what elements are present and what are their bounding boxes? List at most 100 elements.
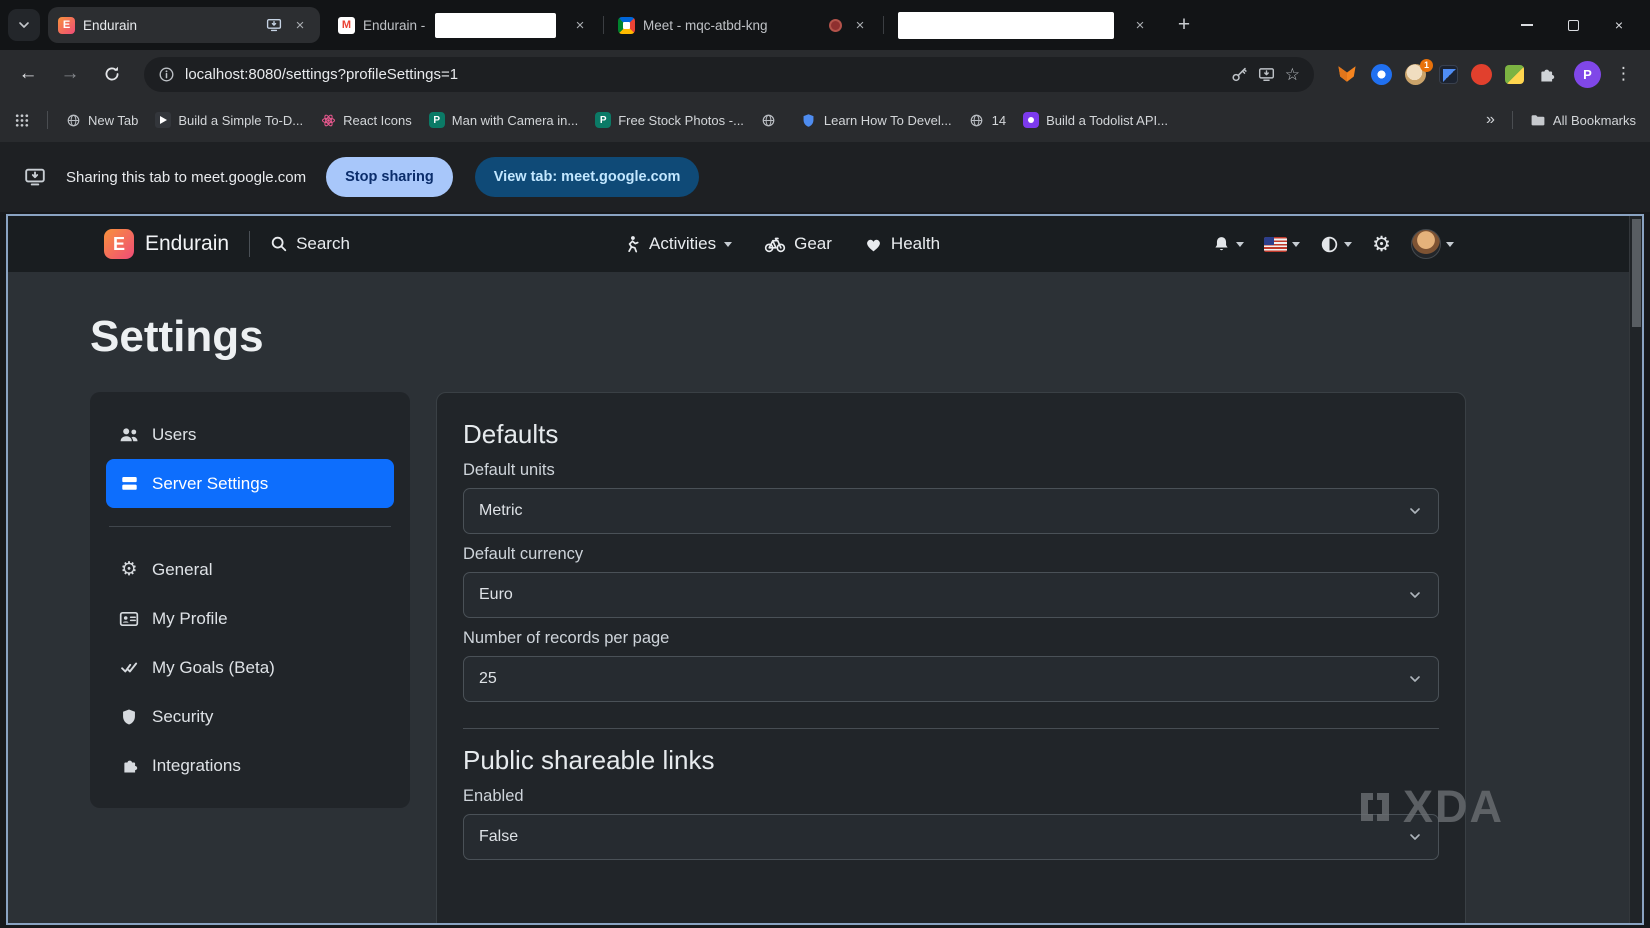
default-currency-label: Default currency	[463, 545, 1439, 564]
tab-close-button[interactable]: ×	[850, 15, 870, 35]
section-title-defaults: Defaults	[463, 419, 1439, 450]
tab-sharing-icon	[266, 17, 282, 33]
settings-page: Settings Users Server Settings	[8, 312, 1642, 925]
reload-button[interactable]	[94, 56, 130, 92]
sidebar-item-integrations[interactable]: Integrations	[106, 741, 394, 790]
forward-button[interactable]: →	[52, 56, 88, 92]
tab-gmail-endurain[interactable]: M Endurain - ×	[328, 7, 600, 43]
records-per-page-select[interactable]: 25	[463, 656, 1439, 702]
notifications-menu[interactable]	[1212, 235, 1244, 254]
view-tab-button[interactable]: View tab: meet.google.com	[475, 157, 700, 197]
bookmarks-overflow-icon[interactable]: »	[1486, 111, 1495, 129]
all-bookmarks-button[interactable]: All Bookmarks	[1530, 112, 1636, 128]
site-info-icon[interactable]	[158, 66, 175, 83]
sidebar-item-label: Users	[152, 425, 196, 445]
gmail-favicon: M	[338, 17, 355, 34]
enabled-select[interactable]: False	[463, 814, 1439, 860]
us-flag-icon	[1264, 237, 1287, 252]
folder-icon	[1530, 112, 1546, 128]
bookmark-label: React Icons	[343, 113, 412, 128]
brand[interactable]: E Endurain	[104, 229, 229, 259]
select-value: False	[479, 828, 518, 846]
sidebar-item-server-settings[interactable]: Server Settings	[106, 459, 394, 508]
page-title: Settings	[90, 312, 1466, 362]
select-value: 25	[479, 670, 497, 688]
tab-title: Meet - mqc-atbd-kng	[643, 18, 821, 33]
search-button[interactable]: Search	[270, 234, 350, 254]
sidebar-item-users[interactable]: Users	[106, 410, 394, 459]
redaction-box	[898, 12, 1114, 39]
pexels-icon: P	[595, 112, 611, 128]
all-bookmarks-label: All Bookmarks	[1553, 113, 1636, 128]
globe-icon	[761, 112, 777, 128]
extension-with-badge-icon[interactable]: 1	[1405, 64, 1426, 85]
stop-sharing-button[interactable]: Stop sharing	[326, 157, 453, 197]
red-extension-icon[interactable]	[1471, 64, 1492, 85]
endurain-favicon: E	[58, 17, 75, 34]
sidebar-item-label: My Goals (Beta)	[152, 658, 275, 678]
user-menu[interactable]	[1411, 229, 1454, 259]
green-extension-icon[interactable]	[1505, 65, 1524, 84]
sidebar-item-general[interactable]: ⚙ General	[106, 545, 394, 594]
tab-search-button[interactable]	[8, 9, 40, 41]
bookmark-todolist-api[interactable]: Build a Todolist API...	[1023, 112, 1168, 128]
tab-meet[interactable]: Meet - mqc-atbd-kng ×	[608, 7, 880, 43]
language-menu[interactable]	[1264, 237, 1300, 252]
page-scrollbar[interactable]	[1629, 216, 1642, 923]
password-key-icon[interactable]	[1231, 66, 1248, 83]
url-text[interactable]: localhost:8080/settings?profileSettings=…	[185, 66, 1221, 83]
xda-watermark: XDA	[1355, 781, 1504, 833]
bookmark-star-icon[interactable]: ☆	[1285, 66, 1300, 83]
nav-activities-label: Activities	[649, 234, 716, 254]
sidebar-item-my-goals[interactable]: My Goals (Beta)	[106, 643, 394, 692]
nav-gear[interactable]: Gear	[764, 233, 832, 255]
browser-profile-avatar[interactable]: P	[1574, 61, 1601, 88]
globe-icon	[65, 112, 81, 128]
bell-icon	[1212, 235, 1231, 254]
select-value: Metric	[479, 502, 523, 520]
browser-menu-kebab-icon[interactable]: ⋮	[1607, 64, 1640, 84]
bookmark-learn-dev[interactable]: Learn How To Devel...	[801, 112, 952, 128]
minimize-button[interactable]	[1504, 0, 1550, 50]
sidebar-item-label: My Profile	[152, 609, 228, 629]
shield-favicon	[801, 112, 817, 128]
sidebar-item-my-profile[interactable]: My Profile	[106, 594, 394, 643]
maximize-button[interactable]	[1550, 0, 1596, 50]
chevron-down-icon	[1407, 671, 1423, 687]
bookmark-free-stock[interactable]: P Free Stock Photos -...	[595, 112, 744, 128]
bookmark-untitled[interactable]	[761, 112, 784, 128]
address-bar[interactable]: localhost:8080/settings?profileSettings=…	[144, 57, 1314, 92]
extensions-puzzle-icon[interactable]	[1537, 65, 1556, 84]
endurain-logo-icon: E	[104, 229, 134, 259]
bookmark-14[interactable]: 14	[969, 112, 1006, 128]
tab-close-button[interactable]: ×	[570, 15, 590, 35]
navbar-divider	[249, 231, 250, 257]
bookmark-build-todo[interactable]: Build a Simple To-D...	[155, 112, 303, 128]
save-share-icon[interactable]	[1258, 66, 1275, 83]
bookmark-man-camera[interactable]: P Man with Camera in...	[429, 112, 578, 128]
dark-extension-icon[interactable]	[1439, 65, 1458, 84]
close-window-button[interactable]: ×	[1596, 0, 1642, 50]
sidebar-item-label: Security	[152, 707, 213, 727]
apps-grid-icon[interactable]	[14, 112, 30, 128]
metamask-icon[interactable]	[1336, 63, 1358, 85]
tab-close-button[interactable]: ×	[290, 15, 310, 35]
default-currency-select[interactable]: Euro	[463, 572, 1439, 618]
back-button[interactable]: ←	[10, 56, 46, 92]
nav-health[interactable]: Health	[864, 234, 940, 254]
theme-menu[interactable]	[1320, 235, 1352, 254]
settings-gear-icon[interactable]: ⚙	[1372, 234, 1391, 255]
bookmark-react-icons[interactable]: React Icons	[320, 112, 412, 128]
scrollbar-thumb[interactable]	[1632, 219, 1641, 327]
gears-icon: ⚙	[117, 560, 141, 579]
tab-redacted[interactable]: ×	[888, 7, 1160, 43]
bookmark-new-tab[interactable]: New Tab	[65, 112, 138, 128]
blue-extension-icon[interactable]	[1371, 64, 1392, 85]
default-units-select[interactable]: Metric	[463, 488, 1439, 534]
new-tab-button[interactable]: +	[1168, 9, 1200, 41]
nav-activities[interactable]: Activities	[622, 234, 732, 254]
tab-close-button[interactable]: ×	[1130, 15, 1150, 35]
tab-endurain[interactable]: E Endurain ×	[48, 7, 320, 43]
bookmark-label: New Tab	[88, 113, 138, 128]
double-check-icon	[117, 658, 141, 677]
